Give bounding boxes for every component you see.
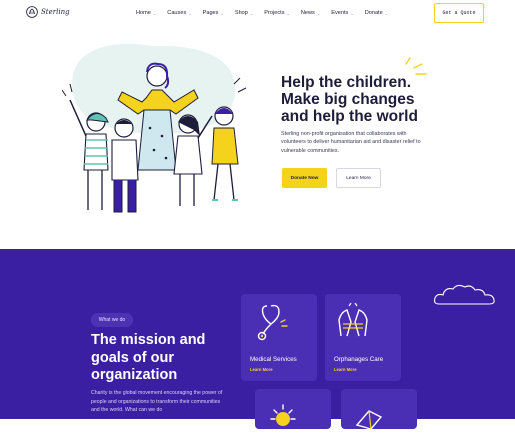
nav-label: Donate (364, 10, 383, 16)
nav-item-home[interactable]: Home ⌄ (136, 10, 156, 16)
service-card-medical[interactable]: Medical Services Learn More (241, 294, 317, 381)
logo[interactable]: Sterling (26, 6, 70, 18)
get-quote-button[interactable]: Get a Quote (434, 3, 484, 23)
book-icon (355, 410, 383, 430)
chevron-down-icon: ⌄ (220, 10, 224, 16)
nav-item-events[interactable]: Events ⌄ (331, 10, 353, 16)
card-learn-more-link[interactable]: Learn More (250, 367, 273, 372)
card-title: Medical Services (250, 356, 297, 363)
children-group-illustration (62, 43, 247, 213)
nav-label: Causes (167, 10, 187, 16)
chevron-down-icon: ⌄ (249, 10, 254, 16)
hero-title: Help the children. Make big changes and … (281, 74, 451, 125)
caring-hands-icon (338, 302, 368, 337)
mission-description: Charity is the global movement encouragi… (91, 390, 223, 413)
nav-item-shop[interactable]: Shop ⌄ (235, 10, 253, 16)
logo-text: Sterling (41, 8, 70, 16)
nav-label: News (300, 10, 315, 16)
mission-title-line: The mission and (91, 332, 206, 348)
chevron-down-icon: ⌄ (350, 10, 354, 16)
nav-label: Events (331, 10, 349, 16)
chevron-down-icon: ⌄ (316, 10, 321, 16)
donate-now-button[interactable]: Donate Now (282, 168, 327, 188)
learn-more-button[interactable]: Learn More (336, 168, 381, 188)
nav-label: Pages (202, 10, 219, 16)
nav-item-causes[interactable]: Causes ⌄ (167, 10, 191, 16)
sun-icon (270, 404, 296, 426)
nav-label: Projects (264, 10, 285, 16)
main-nav: Home ⌄ Causes ⌄ Pages ⌄ Shop ⌄ Projects ⌄ New… (136, 10, 399, 16)
stethoscope-icon (257, 304, 288, 341)
what-we-do-badge: What we do (91, 313, 133, 327)
nav-item-donate[interactable]: Donate ⌄ (365, 10, 388, 16)
mission-title: The mission and goals of our organizatio… (91, 332, 231, 385)
nav-label: Shop (234, 10, 248, 16)
chevron-down-icon: ⌄ (286, 10, 290, 16)
hero-title-line: Make big changes (281, 91, 415, 108)
sparkle-lines-icon (405, 57, 427, 75)
service-card[interactable] (341, 389, 417, 430)
hero-description: Sterling non-profit organisation that co… (281, 131, 421, 154)
cloud-icon (433, 284, 495, 305)
nav-label: Home (136, 10, 151, 16)
nav-item-projects[interactable]: Projects ⌄ (264, 10, 290, 16)
card-learn-more-link[interactable]: Learn More (334, 367, 357, 372)
nav-item-news[interactable]: News ⌄ (301, 10, 320, 16)
site-header: Sterling Home ⌄ Causes ⌄ Pages ⌄ Shop ⌄ Proj… (0, 0, 515, 27)
nav-item-pages[interactable]: Pages ⌄ (203, 10, 224, 16)
mission-title-line: goals of our (91, 349, 174, 366)
chevron-down-icon: ⌄ (384, 10, 389, 16)
card-title: Orphanages Care (334, 356, 384, 363)
service-card-orphanages[interactable]: Orphanages Care Learn More (325, 294, 401, 381)
chevron-down-icon: ⌄ (152, 10, 157, 16)
chevron-down-icon: ⌄ (188, 10, 192, 16)
mission-title-line: organization (91, 367, 178, 383)
hands-logo-icon (26, 6, 38, 18)
service-card[interactable] (255, 389, 331, 429)
hero-title-line: and help the world (281, 108, 418, 125)
